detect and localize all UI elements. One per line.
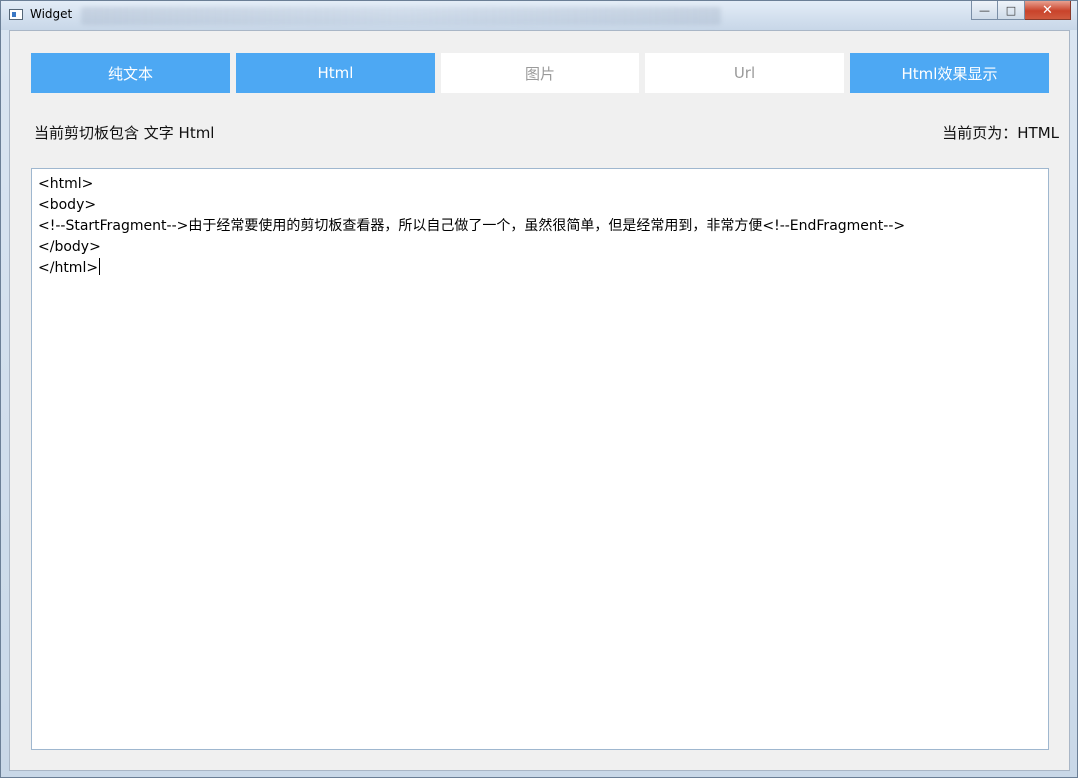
editor-line-last: </html> <box>38 258 1042 279</box>
close-button[interactable]: ✕ <box>1025 1 1071 20</box>
tab-image[interactable]: 图片 <box>441 53 639 93</box>
blurred-background-taskbar <box>81 7 721 25</box>
close-icon: ✕ <box>1042 2 1053 18</box>
tab-plain-text[interactable]: 纯文本 <box>31 53 230 93</box>
current-page-label: 当前页为：HTML <box>942 124 1059 142</box>
main-panel: 纯文本 Html 图片 Url Html效果显示 当前剪切板包含 文字 Html… <box>9 30 1070 771</box>
tab-url[interactable]: Url <box>645 53 844 93</box>
editor-line-text: </html> <box>38 260 99 276</box>
clipboard-status-label: 当前剪切板包含 文字 Html <box>34 124 215 142</box>
editor-line: </body> <box>38 239 101 255</box>
minimize-button[interactable]: — <box>971 1 998 20</box>
clipboard-text-editor[interactable]: <html> <body> <!--StartFragment-->由于经常要使… <box>31 168 1049 750</box>
tab-bar: 纯文本 Html 图片 Url Html效果显示 <box>31 53 1049 93</box>
minimize-icon: — <box>979 3 990 17</box>
tab-html-preview[interactable]: Html效果显示 <box>850 53 1049 93</box>
editor-line: <body> <box>38 197 97 213</box>
editor-line: <!--StartFragment-->由于经常要使用的剪切板查看器，所以自己做… <box>38 218 906 234</box>
maximize-icon: □ <box>1005 3 1017 17</box>
app-icon <box>9 9 23 20</box>
title-bar[interactable]: Widget — □ ✕ <box>1 1 1077 30</box>
maximize-button[interactable]: □ <box>998 1 1025 20</box>
app-window: Widget — □ ✕ 纯文本 Html 图片 Url Html效果显示 当前… <box>0 0 1078 778</box>
window-title: Widget <box>30 7 73 21</box>
text-caret <box>99 258 101 275</box>
editor-line: <html> <box>38 176 94 192</box>
tab-html[interactable]: Html <box>236 53 435 93</box>
window-controls: — □ ✕ <box>971 1 1071 21</box>
